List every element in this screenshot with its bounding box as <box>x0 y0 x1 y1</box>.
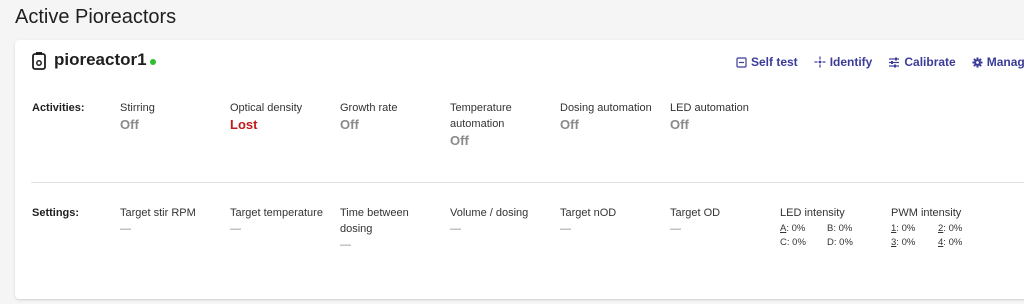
activity-led-automation[interactable]: LED automation Off <box>670 100 778 133</box>
pwm-channel-values: 1: 0% 2: 0% 3: 0% 4: 0% <box>891 222 991 250</box>
setting-label: Target temperature <box>230 207 323 219</box>
activity-dosing-automation[interactable]: Dosing automation Off <box>560 100 668 133</box>
identify-icon <box>814 56 826 68</box>
setting-value: — <box>670 223 681 235</box>
setting-volume-dosing[interactable]: Volume / dosing — <box>450 205 558 237</box>
led-channel-a: A: 0% <box>780 223 806 234</box>
identify-button[interactable]: Identify <box>814 55 873 69</box>
setting-label: Target stir RPM <box>120 207 196 219</box>
activity-status: Off <box>450 133 469 148</box>
setting-target-nod[interactable]: Target nOD — <box>560 205 668 237</box>
pwm-channel-1: 1: 0% <box>891 223 916 234</box>
activity-label: Temperature automation <box>450 102 512 130</box>
setting-label: Target OD <box>670 207 721 219</box>
identify-label: Identify <box>829 55 873 69</box>
self-test-label: Self test <box>751 55 798 69</box>
setting-value: — <box>120 223 131 235</box>
pwm-channel-4: 4: 0% <box>938 237 963 248</box>
pioreactor-card: pioreactor1 Self test Identify Calibrate… <box>15 40 1024 299</box>
activity-status: Off <box>670 117 689 132</box>
setting-time-between-dosing[interactable]: Time between dosing — <box>340 205 426 253</box>
setting-value: — <box>560 223 571 235</box>
activity-label: LED automation <box>670 102 749 114</box>
setting-value: — <box>340 239 351 251</box>
calibrate-button[interactable]: Calibrate <box>888 55 956 69</box>
manage-button[interactable]: Manage <box>972 55 1024 69</box>
calibrate-label: Calibrate <box>904 55 956 69</box>
action-bar: Self test Identify Calibrate Manag <box>736 55 1024 69</box>
activity-temperature-automation[interactable]: Temperature automation Off <box>450 100 530 149</box>
pwm-channel-3: 3: 0% <box>891 237 916 248</box>
led-channel-c: C: 0% <box>780 237 806 248</box>
activity-status: Lost <box>230 117 258 132</box>
setting-target-stir-rpm[interactable]: Target stir RPM — <box>120 205 228 237</box>
setting-target-temperature[interactable]: Target temperature — <box>230 205 335 237</box>
activity-optical-density[interactable]: Optical density Lost <box>230 100 338 133</box>
setting-label: PWM intensity <box>891 207 962 219</box>
setting-value: — <box>450 223 461 235</box>
page-title: Active Pioreactors <box>15 6 177 28</box>
activities-label: Activities: <box>32 102 85 114</box>
led-channel-values: A: 0% B: 0% C: 0% D: 0% <box>780 222 888 250</box>
setting-target-od[interactable]: Target OD — <box>670 205 778 237</box>
section-divider <box>31 182 1024 183</box>
self-test-icon <box>736 56 747 68</box>
status-indicator <box>150 59 156 65</box>
pwm-channel-2: 2: 0% <box>938 223 963 234</box>
setting-label: LED intensity <box>780 207 845 219</box>
activity-status: Off <box>120 117 139 132</box>
setting-label: Volume / dosing <box>450 207 529 219</box>
activity-growth-rate[interactable]: Growth rate Off <box>340 100 448 133</box>
gear-icon <box>972 56 983 68</box>
led-channel-b: B: 0% <box>827 223 853 234</box>
setting-led-intensity[interactable]: LED intensity A: 0% B: 0% C: 0% D: 0% <box>780 205 888 250</box>
activity-status: Off <box>340 117 359 132</box>
activity-status: Off <box>560 117 579 132</box>
calibrate-icon <box>889 57 900 67</box>
led-channel-d: D: 0% <box>827 237 853 248</box>
setting-label: Target nOD <box>560 207 617 219</box>
activity-label: Growth rate <box>340 102 398 114</box>
setting-pwm-intensity[interactable]: PWM intensity 1: 0% 2: 0% 3: 0% 4: 0% <box>891 205 991 250</box>
self-test-button[interactable]: Self test <box>736 55 798 69</box>
activity-label: Optical density <box>230 102 303 114</box>
setting-value: — <box>230 223 241 235</box>
pioreactor-icon <box>32 52 46 70</box>
card-header: pioreactor1 Self test Identify Calibrate… <box>15 40 1024 84</box>
manage-label: Manage <box>986 55 1024 69</box>
activity-label: Stirring <box>120 102 155 114</box>
activity-label: Dosing automation <box>560 102 652 114</box>
activity-stirring[interactable]: Stirring Off <box>120 100 228 133</box>
unit-name[interactable]: pioreactor1 <box>54 50 147 70</box>
setting-label: Time between dosing <box>340 207 409 235</box>
settings-label: Settings: <box>32 207 80 219</box>
